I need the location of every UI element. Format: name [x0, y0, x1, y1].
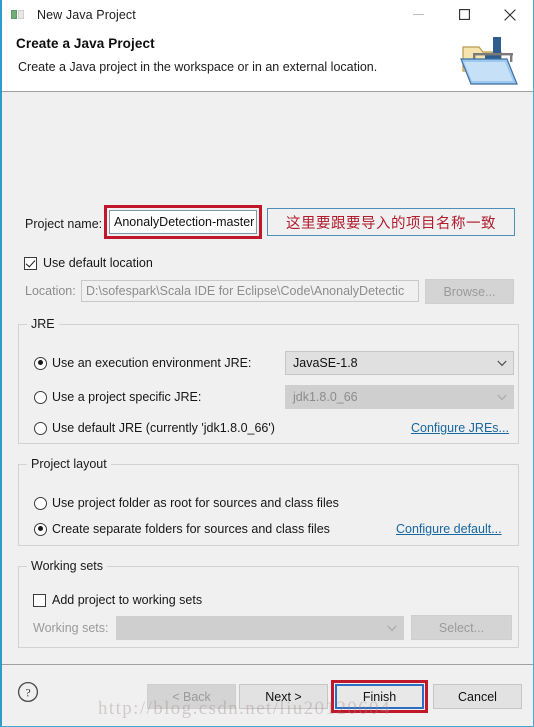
wizard-header: Create a Java Project Create a Java proj… — [2, 29, 533, 92]
working-sets-group-title: Working sets — [27, 559, 108, 573]
jre-group-title: JRE — [27, 317, 59, 331]
layout-project-folder-radio[interactable] — [34, 496, 47, 510]
add-project-to-working-sets-label: Add project to working sets — [52, 593, 203, 607]
configure-default-link[interactable]: Configure default... — [396, 522, 502, 536]
jre-default-label: Use default JRE (currently 'jdk1.8.0_66'… — [52, 421, 275, 435]
working-sets-combo — [116, 616, 404, 640]
minimize-icon[interactable] — [395, 0, 441, 29]
project-name-value: AnonalyDetection-master — [114, 215, 255, 229]
wizard-body: Project name: AnonalyDetection-master 这里… — [2, 92, 533, 664]
configure-jres-link[interactable]: Configure JREs... — [411, 421, 509, 435]
location-input: D:\sofespark\Scala IDE for Eclipse\Code\… — [81, 280, 419, 302]
select-working-sets-button: Select... — [411, 615, 512, 640]
jre-project-specific-label: Use a project specific JRE: — [52, 390, 202, 404]
window-title: New Java Project — [37, 7, 136, 22]
finish-button[interactable]: Finish — [335, 684, 424, 709]
cancel-button[interactable]: Cancel — [433, 684, 522, 709]
back-button: < Back — [147, 684, 236, 709]
jre-execution-environment-label: Use an execution environment JRE: — [52, 356, 252, 370]
browse-button: Browse... — [425, 279, 514, 304]
working-sets-label: Working sets: — [33, 621, 109, 635]
chevron-down-icon — [381, 617, 403, 639]
title-bar: New Java Project — [2, 0, 533, 29]
dialog-window: New Java Project Create a Java Project C… — [0, 0, 534, 727]
layout-separate-folders-label: Create separate folders for sources and … — [52, 522, 330, 536]
use-default-location-label: Use default location — [43, 256, 153, 270]
jre-execution-environment-radio[interactable] — [34, 356, 47, 370]
chevron-down-icon — [491, 386, 513, 408]
add-project-to-working-sets-checkbox[interactable] — [33, 593, 46, 607]
window-controls — [395, 0, 533, 29]
java-project-icon — [10, 7, 26, 23]
project-name-label: Project name: — [25, 217, 103, 231]
new-java-project-wizard-icon — [455, 31, 521, 89]
layout-separate-folders-option[interactable]: Create separate folders for sources and … — [34, 522, 330, 536]
jre-project-specific-combo: jdk1.8.0_66 — [285, 385, 514, 409]
location-label: Location: — [25, 284, 76, 298]
close-icon[interactable] — [487, 0, 533, 29]
location-value: D:\sofespark\Scala IDE for Eclipse\Code\… — [86, 284, 405, 298]
layout-separate-folders-radio[interactable] — [34, 522, 47, 536]
project-layout-group-title: Project layout — [27, 457, 111, 471]
jre-project-specific-option[interactable]: Use a project specific JRE: — [34, 390, 201, 404]
annotation-text: 这里要跟要导入的项目名称一致 — [286, 215, 496, 232]
jre-execution-environment-option[interactable]: Use an execution environment JRE: — [34, 356, 251, 370]
layout-project-folder-label: Use project folder as root for sources a… — [52, 496, 339, 510]
add-project-to-working-sets-row[interactable]: Add project to working sets — [33, 593, 202, 607]
jre-execution-environment-combo[interactable]: JavaSE-1.8 — [285, 351, 514, 375]
project-name-input[interactable]: AnonalyDetection-master — [109, 210, 257, 234]
help-question-icon[interactable]: ? — [17, 681, 39, 703]
jre-execution-environment-value: JavaSE-1.8 — [293, 356, 358, 370]
chevron-down-icon[interactable] — [491, 352, 513, 374]
use-default-location-row[interactable]: Use default location — [24, 256, 153, 270]
maximize-icon[interactable] — [441, 0, 487, 29]
jre-project-specific-value: jdk1.8.0_66 — [293, 390, 358, 404]
jre-default-radio[interactable] — [34, 421, 47, 435]
next-button[interactable]: Next > — [239, 684, 328, 709]
layout-project-folder-option[interactable]: Use project folder as root for sources a… — [34, 496, 339, 510]
annotation-callout: 这里要跟要导入的项目名称一致 — [267, 208, 515, 236]
page-description: Create a Java project in the workspace o… — [18, 60, 378, 74]
jre-project-specific-radio[interactable] — [34, 390, 47, 404]
use-default-location-checkbox[interactable] — [24, 256, 37, 270]
jre-default-option[interactable]: Use default JRE (currently 'jdk1.8.0_66'… — [34, 421, 275, 435]
svg-text:?: ? — [25, 686, 30, 700]
page-title: Create a Java Project — [16, 36, 155, 51]
